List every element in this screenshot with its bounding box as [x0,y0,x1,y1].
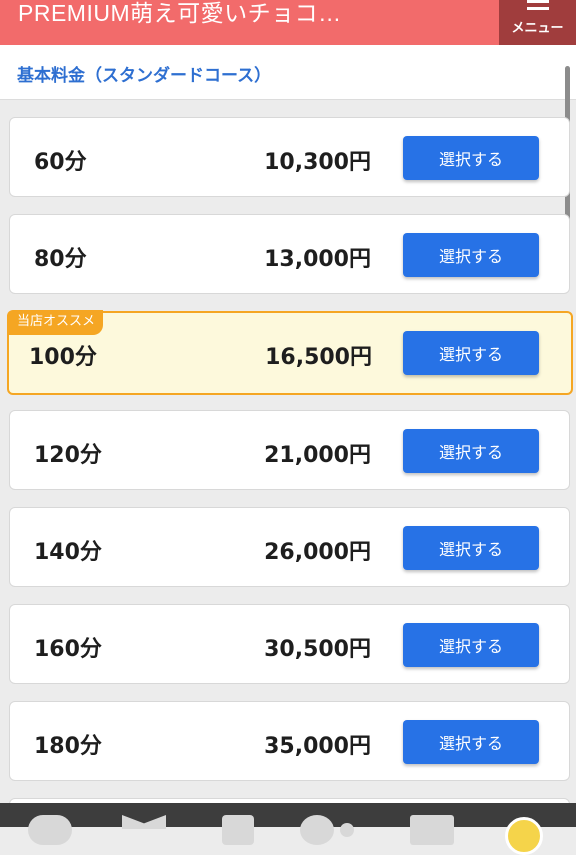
menu-button[interactable]: メニュー [499,0,576,45]
app-header: PREMIUM萌え可愛いチョコ… メニュー [0,0,576,45]
price-label: 21,000円 [264,443,371,468]
price-label: 35,000円 [264,734,371,759]
price-row-featured: 当店オススメ 100分 16,500円 選択する [7,310,573,395]
price-row: 180分 35,000円 選択する [9,701,570,781]
phone-icon[interactable] [222,815,254,845]
price-label: 10,300円 [264,150,371,175]
duration-label: 60分 [34,150,87,175]
course-heading: 基本料金（スタンダードコース） [17,66,272,86]
recommended-badge: 当店オススメ [7,310,104,335]
chat-icon[interactable] [28,815,72,845]
select-button[interactable]: 選択する [403,720,539,764]
select-button[interactable]: 選択する [403,526,539,570]
price-row: 140分 26,000円 選択する [9,507,570,587]
duration-label: 120分 [34,443,102,468]
select-button[interactable]: 選択する [403,331,539,375]
price-row: 160分 30,500円 選択する [9,604,570,684]
dot-icon [340,823,354,837]
duration-label: 80分 [34,247,87,272]
select-button[interactable]: 選択する [403,429,539,473]
page-title: PREMIUM萌え可愛いチョコ… [18,0,342,26]
duration-label: 180分 [34,734,102,759]
price-row: 120分 21,000円 選択する [9,410,570,490]
price-label: 16,500円 [265,345,372,370]
select-button[interactable]: 選択する [403,136,539,180]
select-button[interactable]: 選択する [403,233,539,277]
bottom-nav-bar [0,803,576,855]
duration-label: 100分 [29,345,97,370]
price-label: 13,000円 [264,247,371,272]
hamburger-icon [527,0,549,14]
price-label: 26,000円 [264,540,371,565]
course-heading-bar: 基本料金（スタンダードコース） [0,45,576,100]
price-row: 80分 13,000円 選択する [9,214,570,294]
price-label: 30,500円 [264,637,371,662]
select-button[interactable]: 選択する [403,623,539,667]
menu-label: メニュー [511,21,564,36]
card-icon[interactable] [410,815,454,845]
price-row: 60分 10,300円 選択する [9,117,570,197]
circle-icon[interactable] [300,815,334,845]
duration-label: 160分 [34,637,102,662]
duration-label: 140分 [34,540,102,565]
user-icon[interactable] [505,817,543,855]
